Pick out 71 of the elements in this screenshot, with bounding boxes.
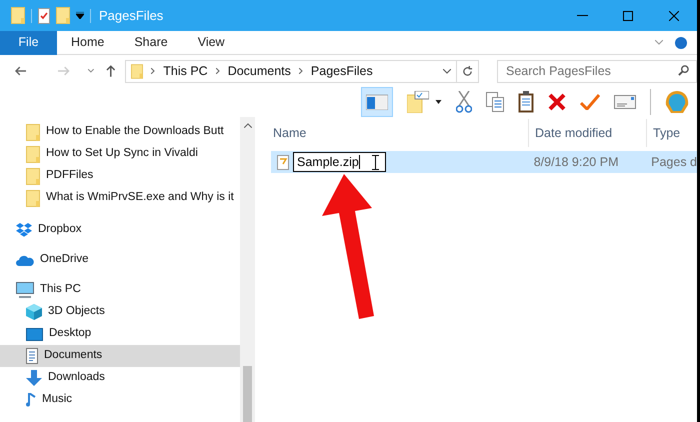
nav-item[interactable]: PDFFiles (0, 165, 240, 187)
breadcrumb[interactable]: PagesFiles (310, 62, 373, 80)
nav-item[interactable]: Downloads (0, 367, 240, 389)
chevron-icon (298, 68, 303, 74)
rename-field[interactable]: Sample.zip (293, 152, 386, 172)
cloud-icon (16, 254, 34, 266)
scroll-up-icon[interactable] (244, 123, 252, 128)
window-title: PagesFiles (99, 6, 164, 25)
download-arrow-icon (26, 370, 42, 386)
folder-icon (26, 190, 40, 206)
folder-icon (56, 7, 70, 24)
folder-icon (26, 168, 40, 184)
file-icon (277, 154, 289, 170)
document-icon (26, 348, 38, 364)
pane-icon (366, 94, 388, 110)
file-tab[interactable]: File (0, 30, 57, 54)
folder-options-icon[interactable] (407, 91, 429, 113)
refresh-icon[interactable] (462, 66, 473, 76)
nav-item[interactable]: Desktop (0, 323, 240, 345)
clipboard-icon[interactable] (518, 91, 534, 113)
search-field[interactable]: Search PagesFiles (497, 60, 697, 82)
column-header[interactable]: Date modified (529, 119, 647, 147)
scrollbar-thumb[interactable] (243, 366, 252, 422)
delete-icon[interactable] (548, 93, 566, 111)
envelope-icon[interactable] (614, 95, 636, 109)
ribbon-tab[interactable]: Share (120, 30, 182, 54)
cube-icon (26, 304, 42, 320)
file-row[interactable]: Sample.zip 8/9/18 9:20 PM Pages d (271, 151, 697, 173)
scrollbar[interactable] (240, 117, 255, 422)
nav-item[interactable]: How to Set Up Sync in Vivaldi (0, 143, 240, 165)
breadcrumb[interactable]: This PC (163, 62, 208, 80)
ribbon-tab[interactable]: Home (57, 30, 118, 54)
nav-item[interactable]: This PC (0, 279, 240, 301)
pane-toggle-button[interactable] (361, 87, 393, 117)
back-icon[interactable] (15, 66, 26, 76)
address-bar[interactable]: This PC Documents PagesFiles (125, 60, 479, 82)
folder-icon (26, 146, 40, 162)
column-header[interactable]: Name (271, 119, 529, 147)
scissors-icon[interactable] (456, 91, 472, 113)
breadcrumb[interactable]: Documents (228, 62, 291, 80)
text-cursor-icon (372, 154, 379, 170)
dropbox-icon (16, 223, 32, 237)
copy-icon[interactable] (486, 92, 504, 112)
nav-item[interactable]: Music (0, 389, 240, 411)
folder-icon (26, 124, 40, 140)
music-note-icon (26, 393, 36, 407)
dropdown-icon[interactable] (435, 100, 442, 104)
nav-item[interactable]: OneDrive (0, 249, 240, 271)
nav-item[interactable]: Documents (0, 345, 240, 367)
search-icon (678, 65, 689, 76)
up-arrow-icon[interactable] (106, 65, 116, 77)
nav-item[interactable]: 3D Objects (0, 301, 240, 323)
folder-icon (11, 7, 25, 24)
ribbon-tab[interactable]: View (184, 30, 239, 54)
nav-item[interactable]: What is WmiPrvSE.exe and Why is it (0, 187, 240, 209)
chevron-icon[interactable] (88, 69, 94, 73)
date-cell-text: 8/9/18 9:20 PM (532, 154, 620, 171)
monitor-icon (16, 282, 34, 298)
type-cell-text: Pages d (650, 154, 697, 171)
chevron-icon (216, 68, 220, 74)
chevron-icon (151, 68, 156, 74)
column-header[interactable]: Type (647, 119, 680, 147)
nav-item[interactable]: How to Enable the Downloads Butt (0, 121, 240, 143)
checklist-icon[interactable] (38, 8, 50, 24)
checkmark-icon[interactable] (580, 94, 600, 110)
chevron-icon[interactable] (443, 68, 451, 74)
close-icon (669, 10, 679, 20)
nav-item[interactable]: Dropbox (0, 219, 240, 241)
desktop-icon (26, 328, 43, 340)
dropdown-icon[interactable] (76, 12, 84, 19)
folder-icon (131, 64, 144, 78)
